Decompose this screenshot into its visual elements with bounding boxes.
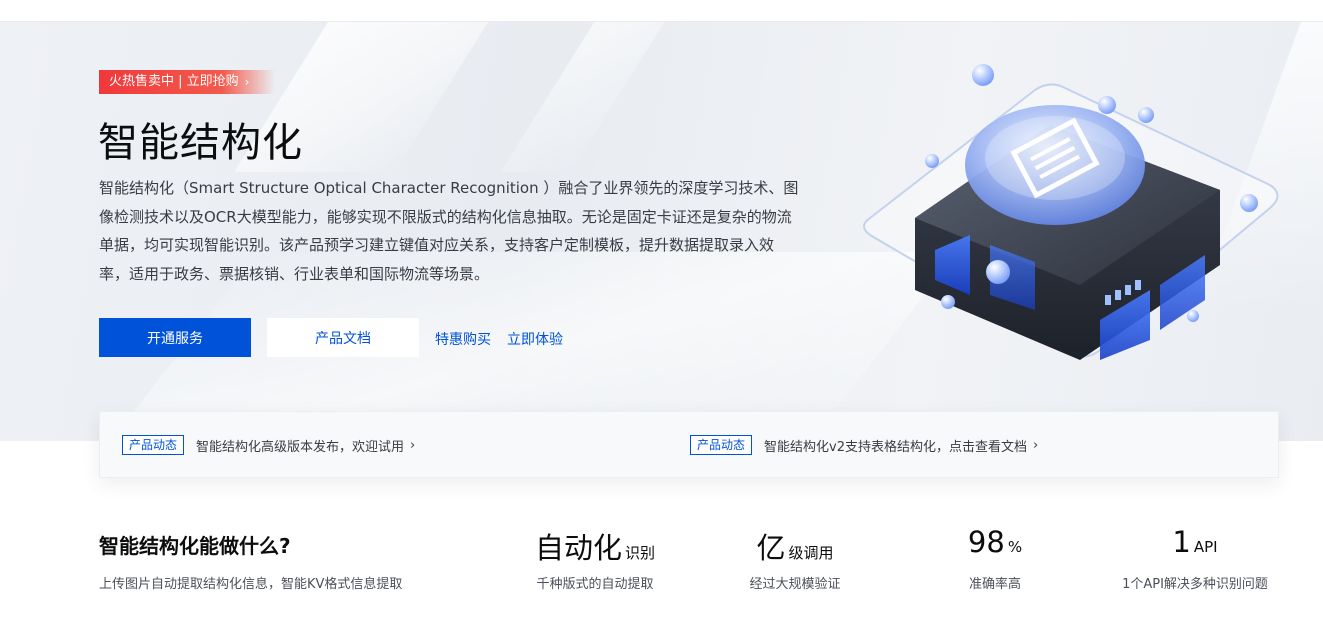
stat-description: 1个API解决多种识别问题 [1122, 577, 1268, 592]
open-service-button[interactable]: 开通服务 [99, 318, 251, 357]
page-title: 智能结构化 [98, 120, 303, 166]
stat-value: 98 [967, 525, 1005, 559]
chevron-right-icon: › [1032, 437, 1039, 453]
decor-light-beam [500, 22, 690, 172]
stat-unit: 识别 [625, 544, 656, 562]
features-subheading: 上传图片自动提取结构化信息，智能KV格式信息提取 [99, 577, 403, 592]
promo-label: 火热售卖中 | 立即抢购 [109, 74, 239, 89]
stat-scale: 亿级调用 经过大规模验证 [710, 525, 880, 592]
stat-unit: % [1007, 538, 1023, 556]
stat-description: 千种版式的自动提取 [536, 577, 654, 592]
stat-unit: 级调用 [788, 544, 834, 562]
top-navigation-bar [0, 0, 1323, 22]
product-news-card: 产品动态 智能结构化高级版本发布，欢迎试用 › 产品动态 智能结构化v2支持表格… [99, 411, 1279, 478]
news-item[interactable]: 产品动态 智能结构化v2支持表格结构化，点击查看文档 › [690, 435, 1038, 455]
try-now-link[interactable]: 立即体验 [507, 329, 563, 349]
stat-value: 自动化 [534, 531, 622, 565]
special-purchase-link[interactable]: 特惠购买 [435, 329, 491, 349]
ocr-chip-illustration-icon [863, 64, 1279, 360]
product-description: 智能结构化（Smart Structure Optical Character … [99, 179, 799, 283]
stat-value: 1 [1172, 525, 1191, 559]
stat-description: 经过大规模验证 [749, 577, 841, 592]
features-heading: 智能结构化能做什么? [99, 534, 291, 558]
stat-api: 1 API 1个API解决多种识别问题 [1110, 525, 1280, 592]
hero-banner: 火热售卖中 | 立即抢购 › 智能结构化 智能结构化（Smart Structu… [0, 22, 1323, 441]
news-tag: 产品动态 [122, 435, 185, 455]
chevron-right-icon: › [244, 75, 250, 89]
stat-automation: 自动化 识别 千种版式的自动提取 [510, 525, 680, 592]
news-item[interactable]: 产品动态 智能结构化高级版本发布，欢迎试用 › [122, 435, 415, 455]
stat-description: 准确率高 [968, 577, 1021, 592]
stat-unit: API [1193, 538, 1218, 556]
news-text: 智能结构化v2支持表格结构化，点击查看文档 [764, 439, 1027, 455]
stat-accuracy: 98% 准确率高 [910, 525, 1080, 592]
news-text: 智能结构化高级版本发布，欢迎试用 [196, 439, 405, 455]
news-tag: 产品动态 [690, 435, 753, 455]
chevron-right-icon: › [410, 437, 416, 453]
promo-badge-link[interactable]: 火热售卖中 | 立即抢购 › [99, 70, 276, 94]
product-docs-button[interactable]: 产品文档 [267, 318, 419, 357]
stat-value: 亿 [756, 531, 786, 565]
